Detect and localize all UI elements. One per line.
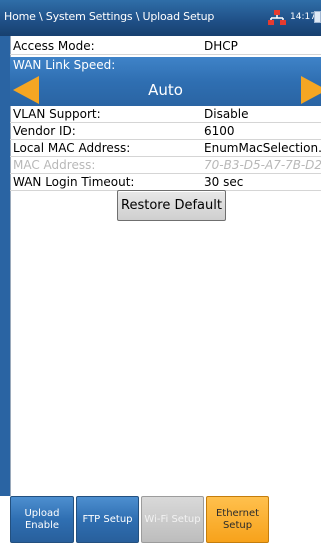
battery-icon (314, 11, 321, 23)
wan-login-timeout-value: 30 sec (204, 175, 244, 189)
wan-link-speed-value: Auto (148, 81, 183, 99)
next-arrow-icon[interactable] (301, 76, 321, 104)
wan-link-speed-label: WAN Link Speed: (13, 58, 116, 72)
tab-ftp-setup[interactable]: FTP Setup (76, 496, 139, 543)
access-mode-value: DHCP (204, 39, 238, 53)
local-mac-address-row[interactable]: Local MAC Address: EnumMacSelection... (10, 140, 321, 157)
local-mac-address-value: EnumMacSelection... (204, 141, 321, 155)
wan-login-timeout-label: WAN Login Timeout: (13, 175, 135, 189)
mac-address-row: MAC Address: 70-B3-D5-A7-7B-D2 (10, 157, 321, 174)
wan-login-timeout-row[interactable]: WAN Login Timeout: 30 sec (10, 174, 321, 191)
tab-upload-enable[interactable]: Upload Enable (10, 496, 74, 543)
clock: 14:17 (290, 12, 316, 22)
mac-address-label: MAC Address: (13, 158, 96, 172)
breadcrumb: Home \ System Settings \ Upload Setup (4, 10, 215, 23)
vlan-support-row[interactable]: VLAN Support: Disable (10, 106, 321, 123)
tab-ethernet-setup[interactable]: Ethernet Setup (206, 496, 269, 543)
vlan-support-label: VLAN Support: (13, 107, 101, 121)
title-bar: Home \ System Settings \ Upload Setup 14… (0, 0, 321, 36)
network-icon (268, 10, 286, 25)
access-mode-row[interactable]: Access Mode: DHCP (10, 38, 321, 55)
wan-link-speed-selector[interactable]: WAN Link Speed: Auto (10, 57, 321, 106)
vlan-support-value: Disable (204, 107, 249, 121)
tab-wifi-setup: Wi-Fi Setup (141, 496, 204, 543)
local-mac-address-label: Local MAC Address: (13, 141, 131, 155)
vendor-id-row[interactable]: Vendor ID: 6100 (10, 123, 321, 140)
left-stripe (0, 36, 10, 496)
mac-address-value: 70-B3-D5-A7-7B-D2 (204, 158, 321, 172)
vendor-id-label: Vendor ID: (13, 124, 76, 138)
bottom-tab-bar: Upload Enable FTP Setup Wi-Fi Setup Ethe… (0, 496, 321, 545)
restore-default-button[interactable]: Restore Default (117, 190, 226, 221)
vendor-id-value: 6100 (204, 124, 235, 138)
access-mode-label: Access Mode: (13, 39, 95, 53)
